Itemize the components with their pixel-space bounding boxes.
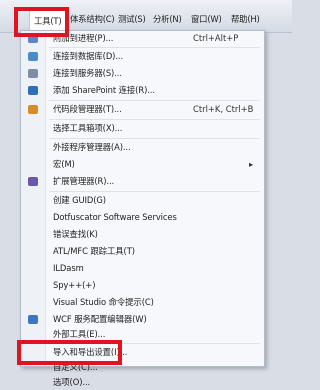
menu-item-label: 扩展管理器(R)... <box>53 176 115 186</box>
menu-item-shortcut: Ctrl+Alt+P <box>193 33 239 43</box>
menu-item-label: ILDasm <box>53 263 84 273</box>
menu-architecture[interactable]: 体系结构(C) <box>70 11 115 27</box>
menu-item-extension-manager[interactable]: 扩展管理器(R)... <box>21 174 264 189</box>
menu-item-label: 外接程序管理器(A)... <box>53 142 131 152</box>
menu-analyze[interactable]: 分析(N) <box>153 11 182 27</box>
menu-separator <box>49 138 260 139</box>
menu-separator <box>49 47 260 48</box>
snippet-icon <box>28 105 38 114</box>
menu-help[interactable]: 帮助(H) <box>231 11 260 27</box>
wcf-icon <box>28 315 38 324</box>
menu-item-connect-database[interactable]: 连接到数据库(D)... <box>21 49 264 64</box>
menu-item-snippet-manager[interactable]: 代码段管理器(T)... Ctrl+K, Ctrl+B <box>21 102 264 117</box>
menu-item-wcf-config-editor[interactable]: WCF 服务配置编辑器(W) <box>21 312 264 327</box>
menu-test[interactable]: 测试(S) <box>118 11 146 27</box>
menu-item-label: 添加 SharePoint 连接(R)... <box>53 85 155 95</box>
menu-item-addin-manager[interactable]: 外接程序管理器(A)... <box>21 140 264 155</box>
menu-item-label: 连接到数据库(D)... <box>53 51 124 61</box>
menu-item-create-guid[interactable]: 创建 GUID(G) <box>21 193 264 208</box>
menu-item-spy[interactable]: Spy++(+) <box>21 278 264 293</box>
tools-dropdown-menu: 附加到进程(P)... Ctrl+Alt+P 连接到数据库(D)... 连接到服… <box>20 30 265 387</box>
menu-item-ildasm[interactable]: ILDasm <box>21 261 264 276</box>
submenu-arrow-icon: ▸ <box>249 159 254 169</box>
menu-separator <box>49 100 260 101</box>
menu-item-label: WCF 服务配置编辑器(W) <box>53 314 147 324</box>
menu-item-choose-toolbox[interactable]: 选择工具箱项(X)... <box>21 121 264 136</box>
sharepoint-icon <box>28 86 38 95</box>
database-icon <box>28 52 38 61</box>
menu-item-macros[interactable]: 宏(M) ▸ <box>21 157 264 172</box>
menu-item-label: Visual Studio 命令提示(C) <box>53 297 154 307</box>
menu-item-label: 选择工具箱项(X)... <box>53 123 123 133</box>
menu-item-shortcut: Ctrl+K, Ctrl+B <box>193 104 254 114</box>
menu-item-label: 宏(M) <box>53 159 75 169</box>
menu-item-vs-command-prompt[interactable]: Visual Studio 命令提示(C) <box>21 295 264 310</box>
tools-menu-highlight-box <box>14 7 69 37</box>
server-icon <box>28 69 38 78</box>
menu-item-label: Spy++(+) <box>53 280 96 290</box>
options-item-highlight-box <box>17 340 122 365</box>
menu-window[interactable]: 窗口(W) <box>191 11 222 27</box>
menu-item-label: 代码段管理器(T)... <box>53 104 122 114</box>
menu-separator <box>49 119 260 120</box>
menu-item-error-lookup[interactable]: 错误查找(K) <box>21 227 264 242</box>
menu-item-connect-server[interactable]: 连接到服务器(S)... <box>21 66 264 81</box>
menu-item-label: Dotfuscator Software Services <box>53 212 177 222</box>
menu-separator <box>49 191 260 192</box>
menu-item-add-sharepoint[interactable]: 添加 SharePoint 连接(R)... <box>21 83 264 98</box>
menu-item-label: 错误查找(K) <box>53 229 98 239</box>
menu-item-atl-mfc-trace[interactable]: ATL/MFC 跟踪工具(T) <box>21 244 264 259</box>
menu-item-label: 连接到服务器(S)... <box>53 68 122 78</box>
menu-item-options[interactable]: 选项(O)... <box>21 375 264 390</box>
menu-item-label: 选项(O)... <box>53 377 91 387</box>
extension-icon <box>28 177 38 186</box>
menu-item-label: ATL/MFC 跟踪工具(T) <box>53 246 135 256</box>
menu-item-dotfuscator[interactable]: Dotfuscator Software Services <box>21 210 264 225</box>
menu-item-label: 创建 GUID(G) <box>53 195 106 205</box>
